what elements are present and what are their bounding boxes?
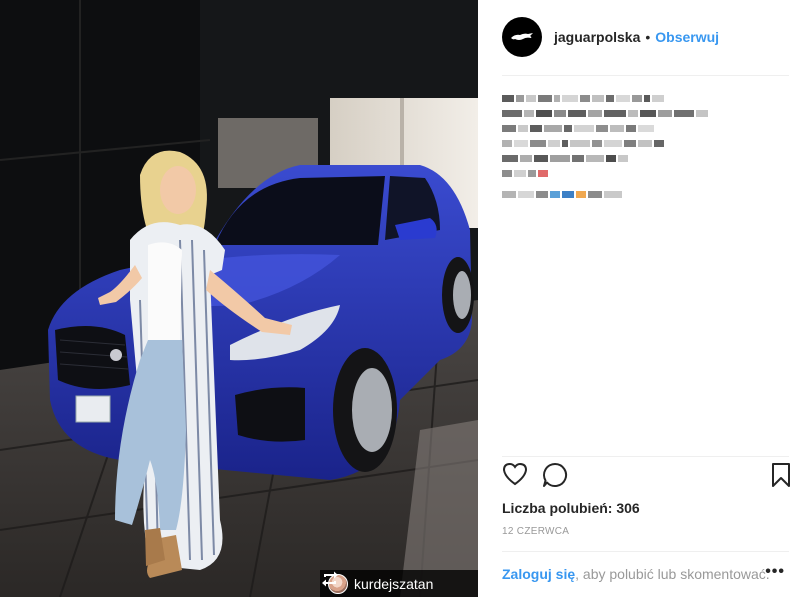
repost-credit[interactable]: kurdejszatan xyxy=(320,570,478,597)
caption-line xyxy=(502,94,792,103)
likes-count[interactable]: Liczba polubień: 306 xyxy=(502,500,640,516)
caption-line xyxy=(502,139,792,148)
post-username[interactable]: jaguarpolska xyxy=(554,29,640,45)
repost-icon xyxy=(322,571,338,587)
photo-scene xyxy=(0,0,478,597)
speech-bubble-icon[interactable] xyxy=(542,462,568,488)
profile-avatar[interactable] xyxy=(502,17,542,57)
caption-line xyxy=(502,190,792,199)
ellipsis-icon[interactable]: ••• xyxy=(765,563,785,581)
heart-icon[interactable] xyxy=(502,462,528,486)
login-link[interactable]: Zaloguj się xyxy=(502,566,575,582)
post-photo[interactable]: kurdejszatan xyxy=(0,0,478,597)
login-prompt: Zaloguj się, aby polubić lub skomentować… xyxy=(502,566,792,582)
caption-line xyxy=(502,154,792,163)
caption-line xyxy=(502,169,792,178)
post-details-panel: jaguarpolska • Obserwuj Liczba polubień:… xyxy=(478,0,801,597)
post-date: 12 CZERWCA xyxy=(502,526,570,537)
login-prompt-text: , aby polubić lub skomentować. xyxy=(575,566,770,582)
caption-line xyxy=(502,124,792,133)
footer-divider xyxy=(502,551,789,552)
header-separator: • xyxy=(645,29,651,45)
actions-divider xyxy=(502,456,789,457)
post-actions xyxy=(502,462,792,492)
follow-button[interactable]: Obserwuj xyxy=(655,29,719,45)
post-caption-obscured xyxy=(502,94,792,205)
bookmark-icon[interactable] xyxy=(770,462,792,488)
jaguar-logo-icon xyxy=(511,33,533,40)
post-header: jaguarpolska • Obserwuj xyxy=(502,17,719,57)
repost-username: kurdejszatan xyxy=(354,575,434,592)
caption-line xyxy=(502,109,792,118)
header-divider xyxy=(502,75,789,76)
